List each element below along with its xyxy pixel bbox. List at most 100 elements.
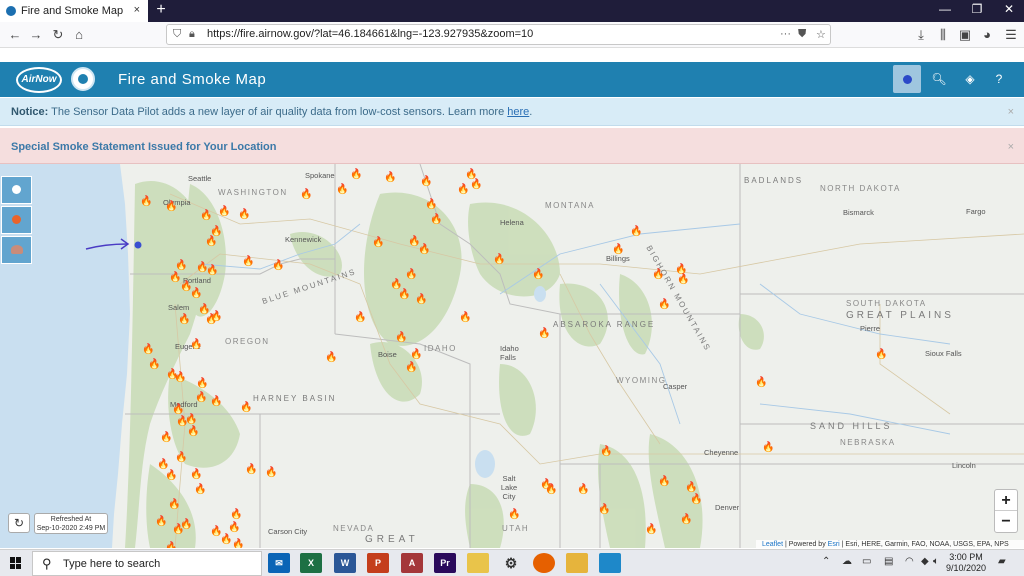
- fire-marker-icon[interactable]: 🔥: [410, 349, 422, 360]
- fire-marker-icon[interactable]: 🔥: [220, 534, 232, 545]
- fire-marker-icon[interactable]: 🔥: [612, 244, 624, 255]
- tray-wifi-icon[interactable]: ◠: [905, 556, 914, 567]
- settings-gear-icon[interactable]: ⚙: [500, 553, 522, 573]
- fire-marker-icon[interactable]: 🔥: [196, 262, 208, 273]
- fire-marker-icon[interactable]: 🔥: [245, 464, 257, 475]
- sidebar-icon[interactable]: ▣: [956, 26, 974, 44]
- fire-marker-icon[interactable]: 🔥: [658, 299, 670, 310]
- fire-marker-icon[interactable]: 🔥: [372, 237, 384, 248]
- zoom-in-button[interactable]: +: [995, 490, 1017, 511]
- fire-marker-icon[interactable]: 🔥: [200, 210, 212, 221]
- search-button[interactable]: 🔍︎: [925, 65, 953, 93]
- fire-marker-icon[interactable]: 🔥: [300, 189, 312, 200]
- fire-marker-icon[interactable]: 🔥: [545, 484, 557, 495]
- fire-marker-icon[interactable]: 🔥: [875, 349, 887, 360]
- fire-marker-icon[interactable]: 🔥: [405, 269, 417, 280]
- refresh-button[interactable]: ↻: [8, 513, 30, 533]
- tray-dropbox-icon[interactable]: ◆: [921, 556, 929, 567]
- fire-marker-icon[interactable]: 🔥: [762, 442, 774, 453]
- fire-marker-icon[interactable]: 🔥: [176, 416, 188, 427]
- fire-marker-icon[interactable]: 🔥: [755, 377, 767, 388]
- fire-marker-icon[interactable]: 🔥: [228, 522, 240, 533]
- fire-marker-icon[interactable]: 🔥: [195, 392, 207, 403]
- tray-monitor-icon[interactable]: ▤: [884, 556, 893, 567]
- fire-marker-icon[interactable]: 🔥: [457, 184, 469, 195]
- airnow-logo[interactable]: AirNow: [16, 67, 62, 93]
- fire-marker-icon[interactable]: 🔥: [405, 362, 417, 373]
- layers-button[interactable]: ◈: [956, 65, 984, 93]
- help-button[interactable]: ?: [985, 65, 1013, 93]
- excel-app-icon[interactable]: X: [300, 553, 322, 573]
- fire-marker-icon[interactable]: 🔥: [190, 288, 202, 299]
- premiere-app-icon[interactable]: Pr: [434, 553, 456, 573]
- file-explorer-icon[interactable]: [566, 553, 588, 573]
- browser-tab[interactable]: Fire and Smoke Map ×: [0, 0, 148, 22]
- new-tab-button[interactable]: +: [152, 1, 170, 19]
- fire-marker-icon[interactable]: 🔥: [493, 254, 505, 265]
- location-button[interactable]: [893, 65, 921, 93]
- taskbar-clock[interactable]: 3:00 PM 9/10/2020: [946, 552, 986, 574]
- fire-marker-icon[interactable]: 🔥: [408, 236, 420, 247]
- access-app-icon[interactable]: A: [401, 553, 423, 573]
- fire-marker-icon[interactable]: 🔥: [265, 467, 277, 478]
- fire-marker-icon[interactable]: 🔥: [272, 260, 284, 271]
- fires-layer-button[interactable]: [1, 206, 32, 234]
- fire-marker-icon[interactable]: 🔥: [418, 244, 430, 255]
- fire-marker-icon[interactable]: 🔥: [420, 176, 432, 187]
- fire-marker-icon[interactable]: 🔥: [168, 499, 180, 510]
- fire-marker-icon[interactable]: 🔥: [425, 199, 437, 210]
- taskbar-search-box[interactable]: ⚲ Type here to search: [32, 551, 262, 576]
- fire-smoke-map[interactable]: Seattle Olympia Spokane Kennewick Portla…: [0, 164, 1024, 548]
- fire-marker-icon[interactable]: 🔥: [600, 446, 612, 457]
- fire-marker-icon[interactable]: 🔥: [384, 172, 396, 183]
- fire-marker-icon[interactable]: 🔥: [194, 484, 206, 495]
- fire-marker-icon[interactable]: 🔥: [187, 426, 199, 437]
- pocket-icon[interactable]: ⛊: [798, 28, 806, 41]
- notice-learn-more-link[interactable]: here: [507, 106, 529, 118]
- smoke-layer-button[interactable]: [1, 236, 32, 264]
- fire-marker-icon[interactable]: 🔥: [169, 272, 181, 283]
- fire-marker-icon[interactable]: 🔥: [690, 494, 702, 505]
- fire-marker-icon[interactable]: 🔥: [210, 396, 222, 407]
- zoom-out-button[interactable]: −: [995, 511, 1017, 532]
- fire-marker-icon[interactable]: 🔥: [157, 459, 169, 470]
- bookmark-star-icon[interactable]: ☆: [816, 28, 826, 41]
- current-location-marker[interactable]: [134, 241, 142, 249]
- fire-marker-icon[interactable]: 🔥: [685, 482, 697, 493]
- mail-app-icon[interactable]: ✉: [268, 553, 290, 573]
- fire-marker-icon[interactable]: 🔥: [538, 328, 550, 339]
- smoke-alert-banner[interactable]: Special Smoke Statement Issued for Your …: [0, 128, 1024, 164]
- library-icon[interactable]: ⫼: [934, 26, 952, 44]
- fire-marker-icon[interactable]: 🔥: [196, 378, 208, 389]
- fire-marker-icon[interactable]: 🔥: [470, 179, 482, 190]
- fire-marker-icon[interactable]: 🔥: [336, 184, 348, 195]
- fire-marker-icon[interactable]: 🔥: [205, 236, 217, 247]
- menu-hamburger-icon[interactable]: ☰: [1002, 26, 1020, 44]
- fire-marker-icon[interactable]: 🔥: [532, 269, 544, 280]
- fire-marker-icon[interactable]: 🔥: [172, 404, 184, 415]
- fire-marker-icon[interactable]: 🔥: [190, 469, 202, 480]
- fire-marker-icon[interactable]: 🔥: [180, 281, 192, 292]
- fire-marker-icon[interactable]: 🔥: [155, 516, 167, 527]
- word-app-icon[interactable]: W: [334, 553, 356, 573]
- shield-icon[interactable]: ⛉: [173, 28, 181, 41]
- fire-marker-icon[interactable]: 🔥: [175, 260, 187, 271]
- esri-link[interactable]: Esri: [828, 541, 840, 548]
- fire-marker-icon[interactable]: 🔥: [180, 519, 192, 530]
- window-close-icon[interactable]: ✕: [994, 2, 1024, 16]
- tray-volume-icon[interactable]: 🔈︎: [933, 556, 939, 567]
- fire-marker-icon[interactable]: 🔥: [430, 214, 442, 225]
- lock-icon[interactable]: 🔒︎: [189, 28, 195, 41]
- fire-marker-icon[interactable]: 🔥: [350, 169, 362, 180]
- taskbar-search-placeholder[interactable]: Type here to search: [63, 558, 160, 570]
- powerpoint-app-icon[interactable]: P: [367, 553, 389, 573]
- fire-marker-icon[interactable]: 🔥: [677, 274, 689, 285]
- fire-marker-icon[interactable]: 🔥: [142, 344, 154, 355]
- fire-marker-icon[interactable]: 🔥: [218, 206, 230, 217]
- fire-marker-icon[interactable]: 🔥: [210, 311, 222, 322]
- windows-start-icon[interactable]: [10, 557, 22, 569]
- leaflet-link[interactable]: Leaflet: [762, 541, 783, 548]
- fire-marker-icon[interactable]: 🔥: [630, 226, 642, 237]
- minimize-icon[interactable]: —: [930, 2, 960, 16]
- alert-close-icon[interactable]: ×: [1008, 141, 1014, 153]
